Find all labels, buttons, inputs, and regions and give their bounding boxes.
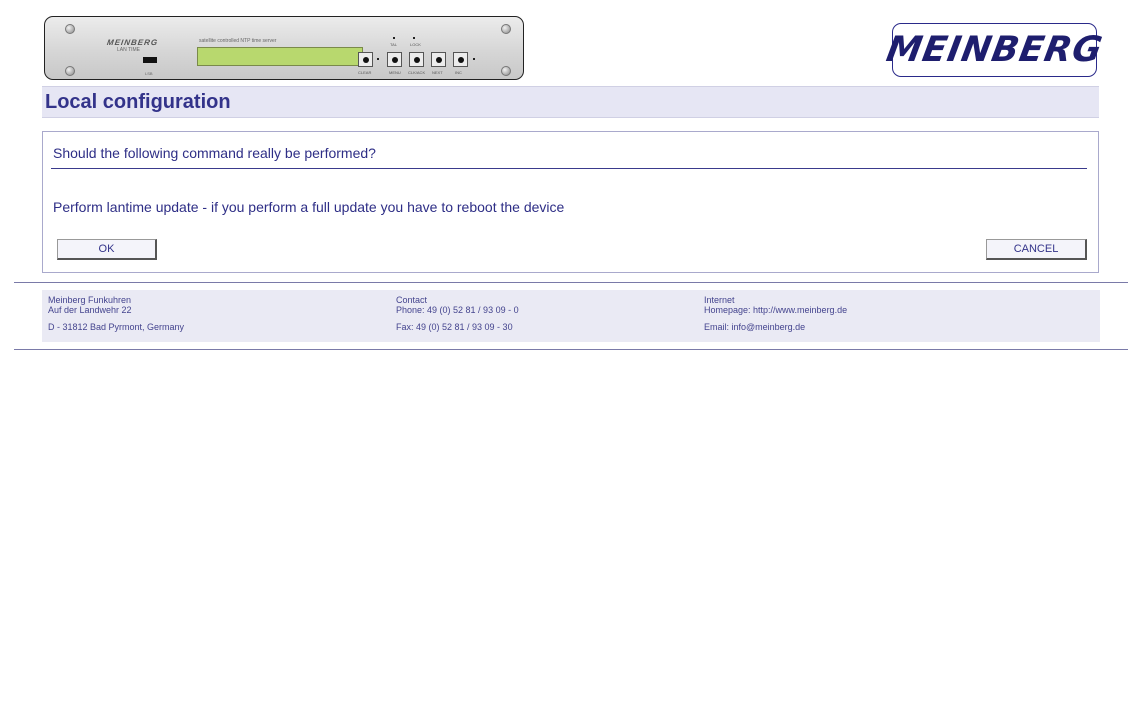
footer-internet: Internet Homepage: http://www.meinberg.d…	[704, 295, 847, 332]
device-button-label: MENU	[389, 70, 401, 75]
device-model-text: LAN TIME	[117, 47, 140, 53]
device-button-label: NEXT	[432, 70, 443, 75]
footer-contact: Contact Phone: 49 (0) 52 81 / 93 09 - 0 …	[396, 295, 519, 332]
footer: Meinberg Funkuhren Auf der Landwehr 22 D…	[42, 290, 1100, 342]
internet-heading: Internet	[704, 295, 735, 305]
logo-text: MEINBERG	[883, 30, 1106, 70]
screw-icon	[65, 66, 75, 76]
device-button-menu	[387, 52, 402, 67]
company-street: Auf der Landwehr 22	[48, 305, 132, 315]
meinberg-logo: MEINBERG	[883, 23, 1106, 77]
device-button-inc	[453, 52, 468, 67]
device-front-panel-image: MEINBERG LAN TIME LSB satellite controll…	[44, 16, 524, 80]
screw-icon	[65, 24, 75, 34]
device-lcd-display	[197, 47, 363, 66]
device-port-caption: LSB	[145, 71, 153, 76]
device-button-clkack	[409, 52, 424, 67]
device-button-label: INC	[455, 70, 462, 75]
led-label-lock: LOCK	[410, 42, 421, 47]
confirmation-dialog: Should the following command really be p…	[42, 131, 1099, 273]
device-button-clear	[358, 52, 373, 67]
contact-phone: Phone: 49 (0) 52 81 / 93 09 - 0	[396, 305, 519, 315]
homepage-link[interactable]: Homepage: http://www.meinberg.de	[704, 305, 847, 315]
cancel-button[interactable]: CANCEL	[986, 239, 1087, 260]
device-button-next	[431, 52, 446, 67]
contact-fax: Fax: 49 (0) 52 81 / 93 09 - 30	[396, 322, 513, 332]
confirmation-question: Should the following command really be p…	[53, 145, 376, 161]
divider	[14, 349, 1128, 350]
device-brand-text: MEINBERG	[106, 38, 159, 47]
device-button-label: CLK/ACK	[408, 70, 426, 75]
company-city: D - 31812 Bad Pyrmont, Germany	[48, 322, 185, 332]
led-indicator	[473, 58, 475, 60]
divider	[51, 168, 1087, 169]
led-indicator	[377, 58, 379, 60]
device-button-label: CLEAR	[358, 70, 372, 75]
led-indicator	[413, 37, 415, 39]
led-label-tal: TAL	[390, 42, 398, 47]
screw-icon	[501, 24, 511, 34]
led-indicator	[393, 37, 395, 39]
footer-address: Meinberg Funkuhren Auf der Landwehr 22 D…	[48, 295, 184, 332]
page-title-bar: Local configuration	[42, 86, 1099, 118]
ok-button[interactable]: OK	[57, 239, 157, 260]
contact-heading: Contact	[396, 295, 428, 305]
page-title: Local configuration	[45, 91, 231, 113]
usb-port	[143, 57, 157, 63]
screw-icon	[501, 66, 511, 76]
command-description: Perform lantime update - if you perform …	[53, 199, 565, 215]
divider	[14, 282, 1128, 283]
company-name: Meinberg Funkuhren	[48, 295, 132, 305]
device-subtitle: satellite controlled NTP time server	[199, 38, 277, 44]
email-link[interactable]: Email: info@meinberg.de	[704, 322, 847, 332]
